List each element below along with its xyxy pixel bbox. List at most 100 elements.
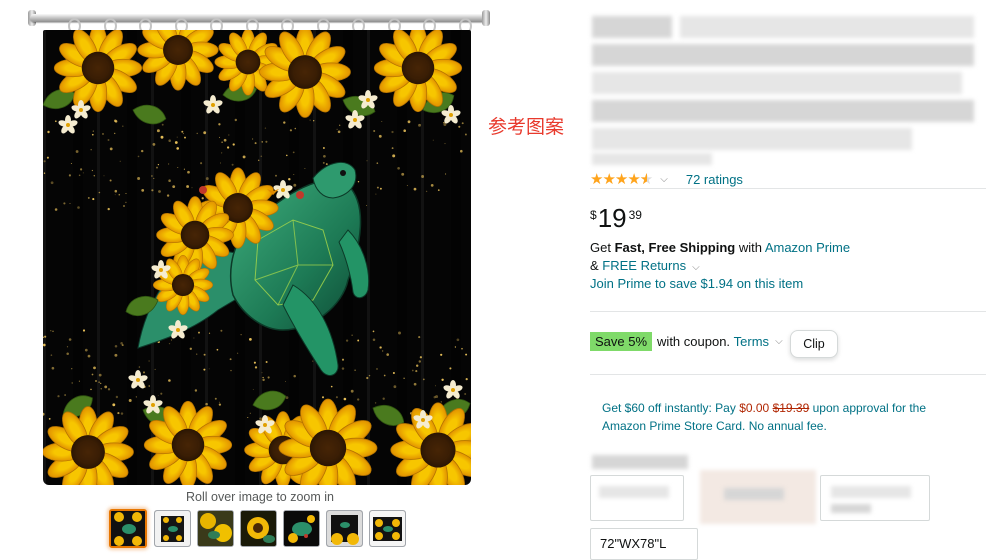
glitter-dot [71,368,73,370]
glitter-dot [403,129,406,132]
glitter-dot [125,201,127,204]
glitter-dot [419,356,423,359]
clip-coupon-button[interactable]: Clip [790,330,838,358]
thumbnail-image-icon [155,511,190,546]
glitter-dot [107,207,110,211]
glitter-dot [168,342,171,345]
size-option-1[interactable] [590,475,684,521]
glitter-dot [109,147,113,151]
glitter-dot [87,354,91,358]
chevron-down-icon[interactable]: ⌵ [660,174,668,185]
glitter-dot [182,132,185,135]
glitter-dot [91,169,94,172]
glitter-dot [313,120,315,122]
thumbnail-1[interactable] [109,509,147,548]
glitter-dot [157,163,160,166]
glitter-dot [411,369,414,372]
glitter-dot [254,366,258,369]
thumbnail-5[interactable] [283,510,320,547]
glitter-dot [50,354,53,356]
glitter-dot [229,358,232,361]
glitter-dot [374,402,377,404]
glitter-dot [69,202,71,204]
glitter-dot [140,149,144,153]
glitter-dot [151,175,153,177]
free-returns-link[interactable]: FREE Returns [602,258,686,273]
amazon-prime-link[interactable]: Amazon Prime [765,240,850,255]
glitter-dot [267,376,270,379]
thumbnail-image-icon [370,511,405,546]
glitter-dot [443,122,445,124]
redacted-title-line-3 [592,72,962,94]
glitter-dot [189,347,192,350]
glitter-dot [254,142,257,145]
glitter-dot [440,353,443,356]
half-star-icon: ★ ★ [639,171,653,188]
rating-row: ★★★★★ ★ ⌵ 72 ratings [590,170,743,188]
glitter-dot [345,339,349,342]
glitter-dot [376,368,378,370]
glitter-dot [51,366,55,370]
thumbnail-image-icon [111,511,145,546]
glitter-dot [78,174,81,177]
chevron-down-icon[interactable]: ⌵ [775,336,783,347]
glitter-dot [398,331,401,335]
glitter-dot [252,389,254,390]
glitter-dot [456,338,460,342]
thumbnail-3[interactable] [197,510,234,547]
glitter-dot [68,338,72,341]
glitter-dot [252,138,254,140]
glitter-dot [113,119,117,123]
thumbnail-2[interactable] [154,510,191,547]
chevron-down-icon[interactable]: ⌵ [692,262,700,273]
main-product-image[interactable] [28,10,492,488]
glitter-dot [376,186,379,189]
glitter-dot [465,378,468,381]
glitter-dot [102,133,104,135]
store-card-offer[interactable]: Get $60 off instantly: Pay $0.00 $19.39 … [602,399,942,435]
price: $ 19 39 [590,205,642,231]
glitter-dot [154,368,156,370]
glitter-dot [119,160,121,162]
glitter-dot [187,170,190,174]
glitter-dot [379,346,382,349]
ratings-count-link[interactable]: 72 ratings [686,172,743,187]
glitter-dot [458,125,461,128]
size-option-3[interactable] [820,475,930,521]
star-rating-icon[interactable]: ★★★★★ ★ [590,170,653,188]
glitter-dot [264,127,267,129]
glitter-dot [153,177,155,179]
glitter-dot [460,149,463,153]
glitter-dot [220,162,221,164]
glitter-dot [168,379,171,382]
glitter-dot [357,181,360,183]
glitter-dot [391,130,394,134]
glitter-dot [312,360,314,362]
redacted-size-price [831,504,871,513]
offer-pay-amount: $0.00 [739,401,770,415]
glitter-dot [43,160,46,163]
glitter-dot [218,123,221,126]
glitter-dot [443,123,447,126]
join-prime-link[interactable]: Join Prime to save $1.94 on this item [590,275,803,293]
glitter-dot [216,348,219,351]
glitter-dot [184,136,186,139]
glitter-dot [257,159,260,162]
glitter-dot [304,167,306,169]
thumbnail-4[interactable] [240,510,277,547]
glitter-dot [418,336,421,339]
thumbnail-6[interactable] [326,510,363,547]
glitter-dot [50,181,54,185]
divider [590,188,986,189]
glitter-dot [205,402,208,406]
thumbnail-7[interactable] [369,510,406,547]
glitter-dot [392,371,395,375]
glitter-dot [285,381,286,382]
glitter-dot [75,150,79,153]
glitter-dot [123,205,125,207]
terms-link[interactable]: Terms [734,334,769,349]
glitter-dot [168,179,171,182]
glitter-dot [372,330,375,333]
glitter-dot [95,380,97,382]
glitter-dot [357,398,360,401]
